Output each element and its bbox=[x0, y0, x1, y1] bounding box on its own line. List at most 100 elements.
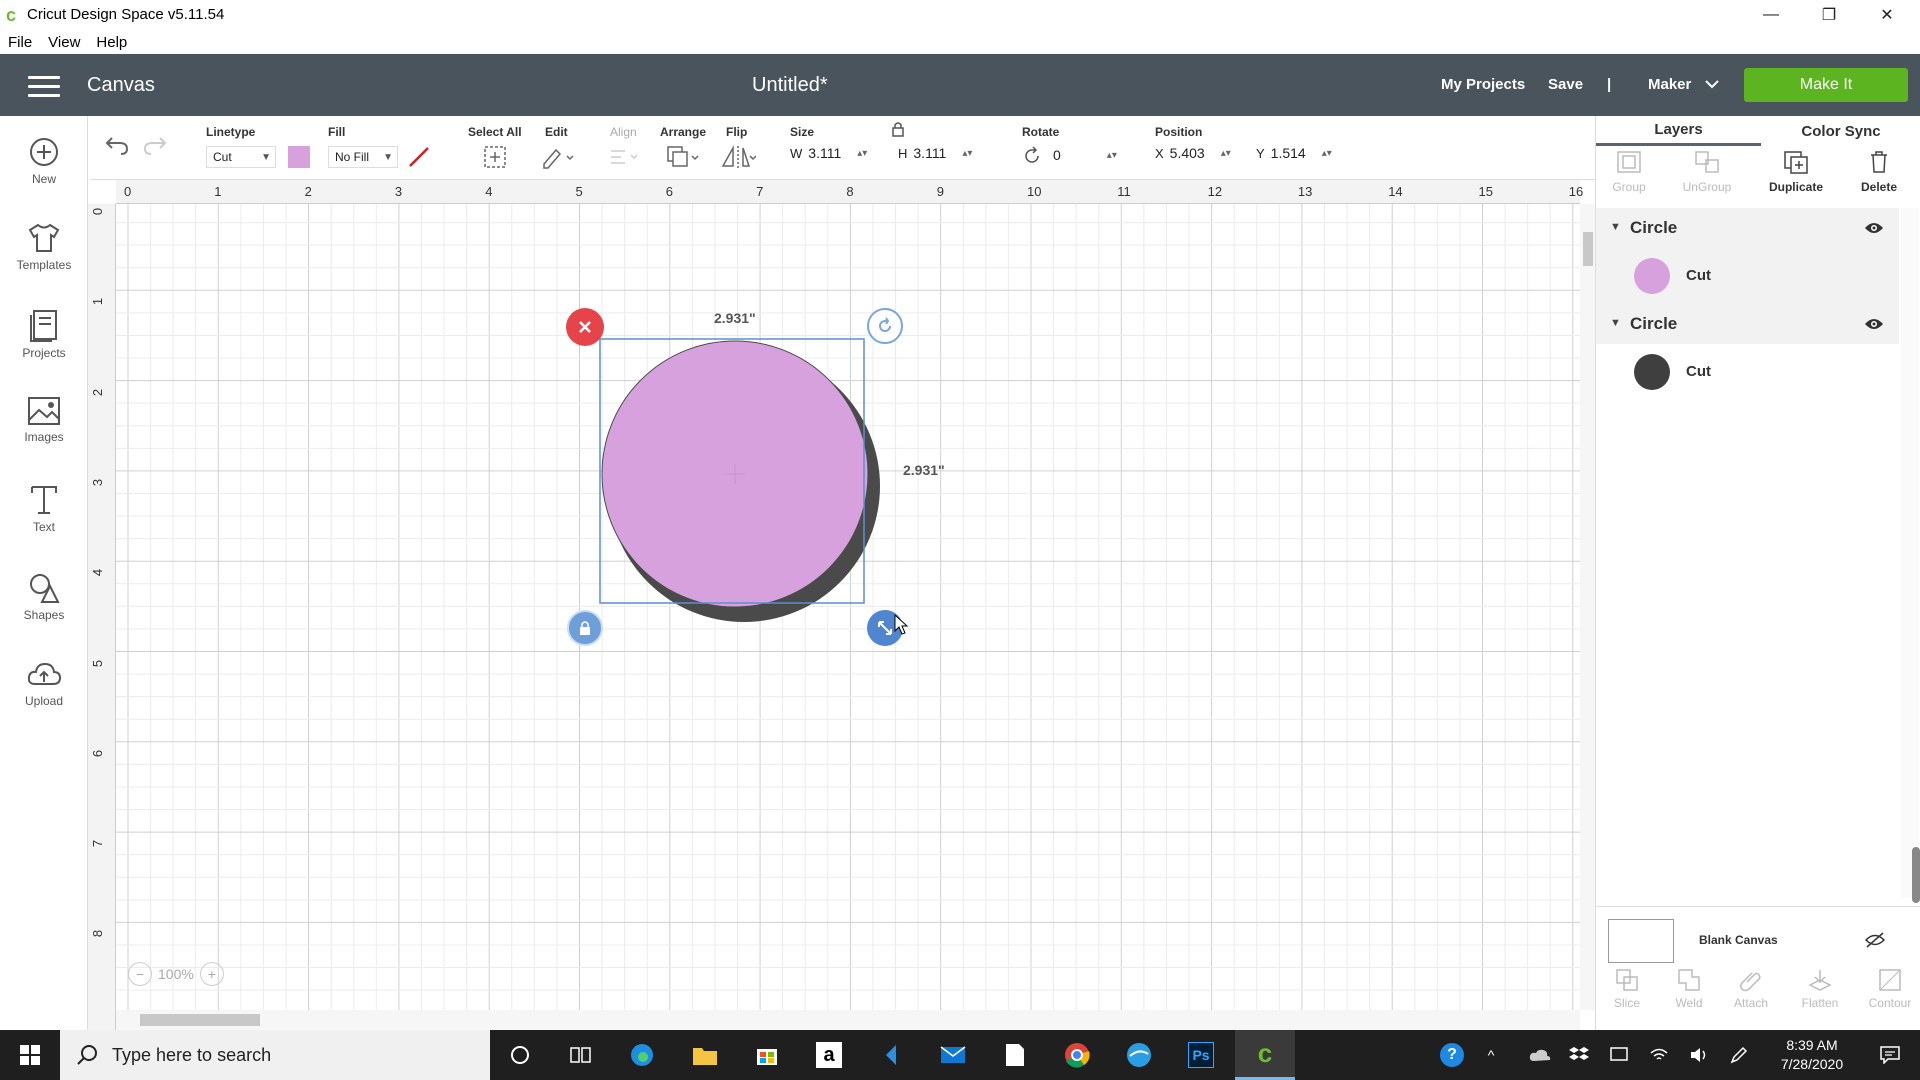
group-button[interactable]: Group bbox=[1596, 150, 1662, 206]
taskbar-search[interactable]: Type here to search bbox=[60, 1030, 490, 1080]
blank-canvas-swatch[interactable] bbox=[1608, 919, 1674, 963]
cricut-taskbar-icon[interactable]: c bbox=[1235, 1030, 1295, 1080]
undo-icon[interactable] bbox=[104, 134, 130, 156]
lock-handle[interactable] bbox=[567, 610, 603, 646]
photoshop-icon[interactable]: Ps bbox=[1173, 1030, 1229, 1080]
zoom-out-button[interactable]: − bbox=[128, 962, 152, 986]
design-canvas[interactable]: 2.931" 2.931" − 100% + bbox=[116, 204, 1580, 1010]
expand-arrow-icon[interactable]: ▼ bbox=[1610, 317, 1621, 329]
chrome-icon[interactable] bbox=[1049, 1030, 1105, 1080]
horizontal-scrollbar[interactable] bbox=[116, 1010, 1580, 1030]
scrollbar-thumb[interactable] bbox=[140, 1014, 260, 1026]
notification-icon[interactable] bbox=[1870, 1030, 1910, 1080]
rotate-handle[interactable] bbox=[867, 308, 903, 344]
layer-color-swatch[interactable] bbox=[1634, 258, 1670, 294]
stepper-icon[interactable]: ▴▾ bbox=[857, 148, 867, 159]
weld-button[interactable]: Weld bbox=[1658, 968, 1720, 1024]
windows-start-icon[interactable] bbox=[2, 1030, 58, 1080]
eye-icon[interactable] bbox=[1864, 220, 1884, 236]
amazon-icon[interactable]: a bbox=[801, 1030, 857, 1080]
nav-new[interactable]: New bbox=[0, 136, 88, 216]
flip-icon[interactable] bbox=[720, 144, 756, 170]
menu-view[interactable]: View bbox=[48, 34, 80, 51]
nav-images[interactable]: Images bbox=[0, 396, 88, 476]
minimize-button[interactable]: — bbox=[1742, 0, 1800, 30]
redo-icon[interactable] bbox=[142, 134, 168, 156]
pen-icon[interactable] bbox=[1722, 1030, 1756, 1080]
stepper-icon[interactable]: ▴▾ bbox=[1322, 148, 1332, 159]
make-it-button[interactable]: Make It bbox=[1744, 68, 1908, 102]
nav-templates[interactable]: Templates bbox=[0, 222, 88, 302]
layer-color-swatch[interactable] bbox=[1634, 354, 1670, 390]
slice-button[interactable]: Slice bbox=[1596, 968, 1658, 1024]
tool-label: Flatten bbox=[1801, 996, 1839, 1010]
display-icon[interactable] bbox=[1602, 1030, 1636, 1080]
machine-selector[interactable]: Maker bbox=[1648, 76, 1720, 93]
scrollbar-thumb[interactable] bbox=[1583, 232, 1593, 266]
x-field[interactable]: X 5.403 ▴▾ bbox=[1155, 145, 1231, 161]
delete-button[interactable]: Delete bbox=[1846, 150, 1912, 206]
stepper-icon[interactable]: ▴▾ bbox=[962, 148, 972, 159]
file-explorer-icon[interactable] bbox=[677, 1030, 733, 1080]
layer-item[interactable]: Cut bbox=[1596, 344, 1899, 400]
clock[interactable]: 8:39 AM 7/28/2020 bbox=[1762, 1036, 1862, 1074]
panel-scroll-thumb[interactable] bbox=[1912, 847, 1920, 903]
task-view-icon[interactable] bbox=[552, 1030, 608, 1080]
volume-icon[interactable] bbox=[1682, 1030, 1716, 1080]
layers-scrollbar[interactable] bbox=[1901, 208, 1919, 898]
contour-button[interactable]: Contour bbox=[1859, 968, 1920, 1024]
zoom-in-button[interactable]: + bbox=[199, 962, 224, 986]
ungroup-button[interactable]: UnGroup bbox=[1674, 150, 1740, 206]
close-window-button[interactable]: ✕ bbox=[1858, 0, 1916, 30]
layer-group-header[interactable]: ▼ Circle bbox=[1596, 304, 1899, 344]
nav-text[interactable]: Text bbox=[0, 484, 88, 564]
flatten-button[interactable]: Flatten bbox=[1789, 968, 1851, 1024]
tab-color-sync[interactable]: Color Sync bbox=[1761, 116, 1920, 146]
nav-upload[interactable]: Upload bbox=[0, 660, 88, 740]
fill-dropdown[interactable]: No Fill ▼ bbox=[328, 146, 398, 168]
expand-arrow-icon[interactable]: ▼ bbox=[1610, 221, 1621, 233]
save-button[interactable]: Save bbox=[1548, 76, 1583, 93]
menu-file[interactable]: File bbox=[8, 34, 32, 51]
wifi-icon[interactable] bbox=[1642, 1030, 1676, 1080]
edge-browser-icon[interactable] bbox=[614, 1030, 670, 1080]
tab-layers[interactable]: Layers bbox=[1596, 116, 1761, 146]
eye-hidden-icon[interactable] bbox=[1864, 931, 1886, 949]
app-icon-blue[interactable] bbox=[1111, 1030, 1167, 1080]
mail-icon[interactable] bbox=[925, 1030, 981, 1080]
eye-icon[interactable] bbox=[1864, 316, 1884, 332]
linetype-dropdown[interactable]: Cut ▼ bbox=[206, 146, 276, 168]
no-fill-icon[interactable] bbox=[408, 146, 430, 168]
onedrive-icon[interactable] bbox=[1522, 1030, 1558, 1080]
arrange-icon[interactable] bbox=[665, 144, 699, 170]
layer-item[interactable]: Cut bbox=[1596, 248, 1899, 304]
maximize-button[interactable]: ❐ bbox=[1800, 0, 1858, 30]
vertical-scrollbar[interactable] bbox=[1580, 204, 1595, 1010]
height-field[interactable]: H 3.111 ▴▾ bbox=[898, 145, 972, 161]
nav-projects[interactable]: Projects bbox=[0, 308, 88, 388]
rotate-field[interactable]: 0 ▴▾ bbox=[1053, 147, 1117, 163]
delete-handle[interactable] bbox=[566, 308, 604, 346]
vs-code-icon[interactable] bbox=[863, 1030, 919, 1080]
width-field[interactable]: W 3.111 ▴▾ bbox=[790, 145, 867, 161]
notepad-icon[interactable] bbox=[987, 1030, 1043, 1080]
layer-group-header[interactable]: ▼ Circle bbox=[1596, 208, 1899, 248]
dropbox-icon[interactable] bbox=[1562, 1030, 1596, 1080]
stepper-icon[interactable]: ▴▾ bbox=[1107, 150, 1117, 161]
duplicate-button[interactable]: Duplicate bbox=[1763, 150, 1829, 206]
lock-icon[interactable] bbox=[891, 121, 905, 137]
store-icon[interactable] bbox=[739, 1030, 795, 1080]
select-all-icon[interactable] bbox=[482, 144, 508, 170]
stepper-icon[interactable]: ▴▾ bbox=[1221, 148, 1231, 159]
y-field[interactable]: Y 1.514 ▴▾ bbox=[1256, 145, 1332, 161]
edit-icon[interactable] bbox=[540, 144, 574, 170]
show-hidden-icons[interactable]: ^ bbox=[1474, 1030, 1508, 1080]
hamburger-menu-icon[interactable] bbox=[28, 76, 60, 97]
my-projects-button[interactable]: My Projects bbox=[1441, 76, 1525, 93]
nav-shapes[interactable]: Shapes bbox=[0, 572, 88, 652]
linetype-color-swatch[interactable] bbox=[288, 146, 310, 168]
help-icon[interactable]: ? bbox=[1432, 1030, 1472, 1080]
cortana-icon[interactable] bbox=[492, 1030, 548, 1080]
attach-button[interactable]: Attach bbox=[1720, 968, 1782, 1024]
menu-help[interactable]: Help bbox=[96, 34, 127, 51]
